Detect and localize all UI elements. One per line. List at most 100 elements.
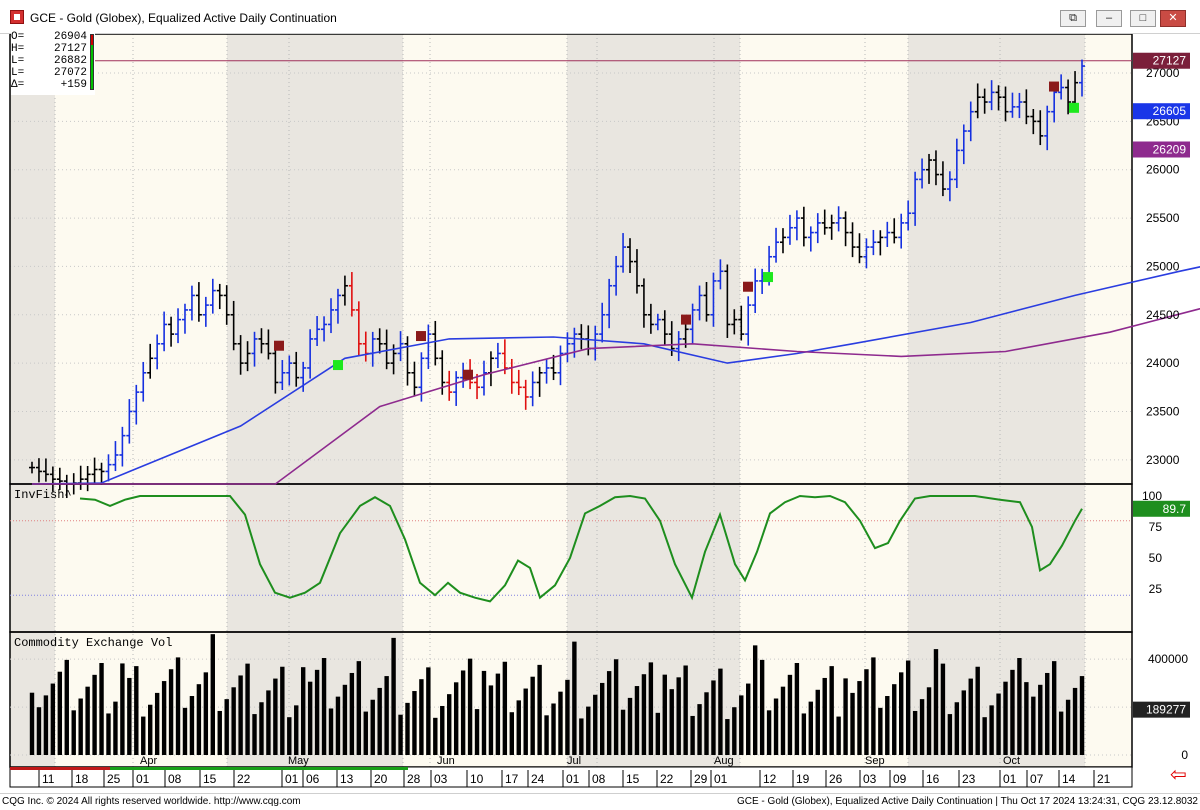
- volume-bar: [808, 701, 814, 755]
- day-label: 09: [893, 772, 907, 786]
- sell-signal-marker: [463, 369, 473, 380]
- volume-bar: [676, 677, 681, 755]
- month-label: Jul: [567, 755, 581, 767]
- scroll-left-arrow-icon[interactable]: ⇦: [1170, 765, 1187, 785]
- day-label: 16: [926, 772, 940, 786]
- day-label: 22: [660, 772, 674, 786]
- link-button[interactable]: ⧉: [1060, 10, 1086, 27]
- buy-signal-marker: [763, 272, 773, 283]
- volume-bar: [231, 687, 236, 755]
- volume-bar: [120, 663, 125, 755]
- price-tick-label: 25000: [1146, 259, 1180, 273]
- volume-bar: [50, 683, 56, 755]
- volume-bar: [787, 674, 793, 755]
- day-label: 13: [340, 772, 354, 786]
- price-badge: 26605: [1133, 103, 1190, 120]
- volume-bar: [565, 679, 570, 755]
- day-label: 17: [505, 772, 519, 786]
- volume-bar: [1010, 669, 1015, 755]
- volume-bar: [502, 661, 508, 755]
- volume-bar: [558, 691, 563, 755]
- volume-bar: [488, 685, 494, 755]
- volume-bar: [321, 658, 327, 755]
- month-label: Oct: [1003, 755, 1020, 767]
- month-label: Sep: [865, 755, 885, 767]
- buy-signal-marker: [333, 360, 343, 371]
- oscillator-title: InvFish^: [14, 488, 72, 502]
- volume-bar: [36, 707, 42, 755]
- volume-bar: [599, 682, 605, 755]
- volume-bar: [613, 659, 619, 755]
- day-label: 01: [714, 772, 728, 786]
- day-label: 01: [285, 772, 299, 786]
- volume-bar: [314, 669, 320, 755]
- ohlc-row-high: H= 27127: [11, 43, 87, 55]
- oscillator-tick-label: 50: [1149, 551, 1163, 565]
- volume-bar: [335, 696, 341, 755]
- day-label: 06: [306, 772, 320, 786]
- oscillator-badge: 89.7: [1133, 500, 1190, 517]
- day-label: 18: [75, 772, 89, 786]
- volume-bar: [885, 696, 890, 755]
- volume-bar: [43, 695, 49, 755]
- day-label: 28: [407, 772, 421, 786]
- maximize-button[interactable]: □: [1130, 10, 1156, 27]
- price-badge: 27127: [1133, 52, 1190, 69]
- volume-bar: [1017, 658, 1022, 755]
- volume-bar: [690, 715, 695, 755]
- day-label: 01: [566, 772, 580, 786]
- sell-signal-marker: [681, 314, 691, 325]
- volume-bar: [759, 659, 765, 755]
- volume-bar: [189, 696, 195, 755]
- month-label: Apr: [140, 755, 157, 767]
- volume-bar: [843, 678, 848, 755]
- volume-tick-label: 400000: [1148, 652, 1188, 666]
- volume-bar: [474, 709, 480, 755]
- volume-bar: [92, 674, 97, 755]
- day-label: 01: [136, 772, 150, 786]
- volume-bar: [1065, 699, 1071, 755]
- volume-bar: [356, 661, 362, 755]
- volume-bar: [523, 688, 528, 755]
- volume-bar: [572, 641, 577, 755]
- window-titlebar: GCE - Gold (Globex), Equalized Active Da…: [0, 0, 1200, 34]
- volume-bar: [78, 698, 83, 755]
- volume-bar: [148, 704, 153, 755]
- volume-bar: [453, 682, 459, 755]
- volume-bar: [391, 637, 396, 755]
- chart-area[interactable]: 2700026500260002550025000245002400023500…: [0, 34, 1200, 793]
- minimize-button[interactable]: –: [1096, 10, 1122, 27]
- volume-bar: [836, 716, 841, 755]
- volume-bar: [363, 711, 368, 755]
- volume-bar: [982, 717, 987, 755]
- volume-bar: [551, 703, 556, 755]
- volume-bar: [1003, 681, 1008, 755]
- volume-bar: [850, 692, 855, 755]
- volume-bar: [307, 681, 313, 755]
- volume-bar: [377, 687, 382, 755]
- close-button[interactable]: ✕: [1160, 10, 1186, 27]
- ohlc-row-last: L= 27072: [11, 67, 87, 79]
- oscillator-tick-label: 25: [1149, 582, 1163, 596]
- volume-bar: [620, 709, 626, 755]
- volume-bar: [655, 712, 661, 755]
- day-label: 08: [168, 772, 182, 786]
- volume-bar: [954, 702, 960, 755]
- window-title: GCE - Gold (Globex), Equalized Active Da…: [30, 11, 337, 25]
- volume-title: Commodity Exchange Vol: [14, 636, 172, 650]
- plot-group: [9, 34, 1200, 768]
- volume-bar: [704, 692, 709, 755]
- price-badge-label: 26605: [1153, 104, 1187, 118]
- volume-bar: [606, 671, 612, 755]
- volume-tick-label: 0: [1181, 748, 1188, 762]
- volume-bar: [947, 714, 953, 755]
- day-label: 11: [42, 772, 55, 786]
- volume-bar: [593, 694, 598, 755]
- volume-bar: [509, 712, 515, 755]
- volume-bar: [905, 660, 911, 755]
- volume-bar: [996, 693, 1001, 755]
- volume-bar: [725, 719, 730, 755]
- volume-bar: [871, 657, 876, 755]
- day-label: 07: [1030, 772, 1044, 786]
- day-label: 01: [1003, 772, 1017, 786]
